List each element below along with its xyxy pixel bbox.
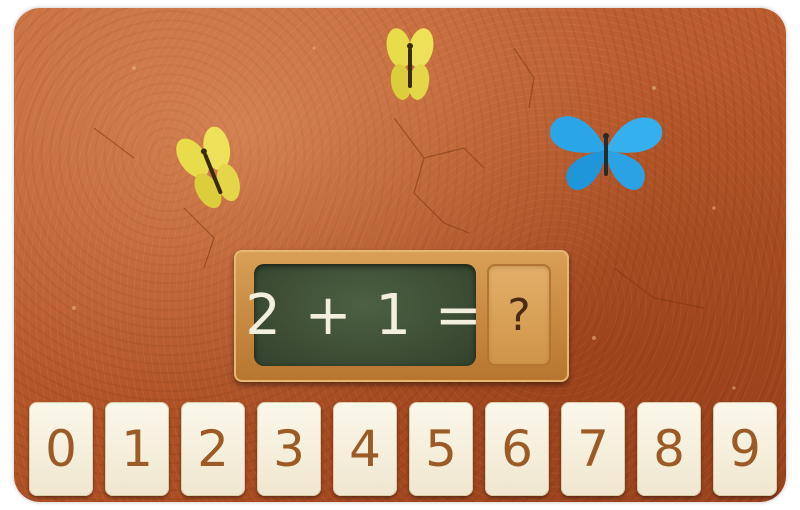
chalkboard: 2 + 1 = (245, 264, 482, 366)
digit-label: 5 (425, 420, 457, 478)
digit-tile-9[interactable]: 9 (713, 402, 777, 496)
equation-text: 2 + 1 = (245, 282, 485, 348)
digit-label: 1 (121, 420, 153, 478)
digit-label: 0 (45, 420, 77, 478)
yellow-butterfly-left[interactable] (176, 126, 242, 212)
digit-label: 2 (197, 420, 229, 478)
digit-tile-6[interactable]: 6 (485, 402, 549, 496)
digit-tile-7[interactable]: 7 (561, 402, 625, 496)
answer-placeholder: ? (507, 289, 531, 341)
digit-tile-0[interactable]: 0 (29, 402, 93, 496)
digit-label: 4 (349, 420, 381, 478)
digit-label: 9 (729, 420, 761, 478)
digit-label: 6 (501, 420, 533, 478)
yellow-butterfly-top[interactable] (386, 26, 434, 104)
digit-tile-2[interactable]: 2 (181, 402, 245, 496)
digit-tile-1[interactable]: 1 (105, 402, 169, 496)
digit-label: 3 (273, 420, 305, 478)
digit-tile-5[interactable]: 5 (409, 402, 473, 496)
digit-label: 8 (653, 420, 685, 478)
answer-slot[interactable]: ? (487, 264, 551, 366)
equation-board: 2 + 1 = ? (234, 250, 569, 382)
blue-butterfly[interactable] (544, 106, 668, 196)
digit-tile-8[interactable]: 8 (637, 402, 701, 496)
digit-label: 7 (577, 420, 609, 478)
digit-tile-row: 0 1 2 3 4 5 6 7 8 9 (29, 402, 779, 498)
digit-tile-3[interactable]: 3 (257, 402, 321, 496)
digit-tile-4[interactable]: 4 (333, 402, 397, 496)
